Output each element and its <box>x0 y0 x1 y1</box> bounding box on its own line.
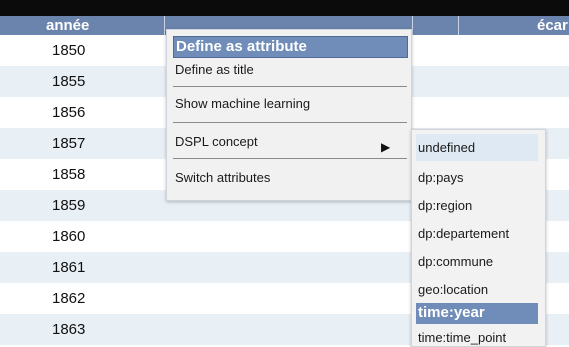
top-border <box>0 0 569 16</box>
year-cell: 1859 <box>52 197 86 214</box>
chevron-right-icon: ▶ <box>381 140 391 154</box>
submenu-item-geo-location[interactable]: geo:location <box>418 282 488 297</box>
dspl-concept-submenu: undefined dp:pays dp:region dp:departeme… <box>411 129 546 347</box>
year-cell: 1862 <box>52 290 86 307</box>
submenu-item-time-year[interactable]: time:year <box>416 303 538 324</box>
submenu-item-dp-departement[interactable]: dp:departement <box>418 226 509 241</box>
column-header-ecart[interactable]: écar <box>537 17 568 34</box>
menu-separator <box>173 86 407 87</box>
year-cell: 1860 <box>52 228 86 245</box>
year-cell: 1856 <box>52 104 86 121</box>
year-cell: 1850 <box>52 42 86 59</box>
menu-separator <box>173 158 407 159</box>
column-empty-cell[interactable] <box>412 16 458 35</box>
year-cell: 1861 <box>52 259 86 276</box>
submenu-item-dp-region[interactable]: dp:region <box>418 198 472 213</box>
menu-item-dspl-concept[interactable]: DSPL concept <box>175 134 258 149</box>
menu-separator <box>173 122 407 123</box>
year-cell: 1858 <box>52 166 86 183</box>
menu-item-switch-attributes[interactable]: Switch attributes <box>175 170 270 185</box>
submenu-item-label: time:year <box>418 304 485 321</box>
submenu-item-dp-pays[interactable]: dp:pays <box>418 170 464 185</box>
year-cell: 1857 <box>52 135 86 152</box>
submenu-item-time-time-point[interactable]: time:time_point <box>418 330 506 345</box>
menu-item-show-machine-learning[interactable]: Show machine learning <box>175 96 310 111</box>
menu-item-define-as-attribute[interactable]: Define as attribute <box>173 36 408 58</box>
year-cell: 1855 <box>52 73 86 90</box>
menu-item-label: Define as attribute <box>176 38 307 55</box>
submenu-item-dp-commune[interactable]: dp:commune <box>418 254 493 269</box>
column-header-annee[interactable]: année <box>46 17 89 34</box>
context-menu: Define as attribute Define as title Show… <box>166 29 412 201</box>
submenu-item-label: undefined <box>418 140 476 155</box>
menu-item-define-as-title[interactable]: Define as title <box>175 62 254 77</box>
year-cell: 1863 <box>52 321 86 338</box>
